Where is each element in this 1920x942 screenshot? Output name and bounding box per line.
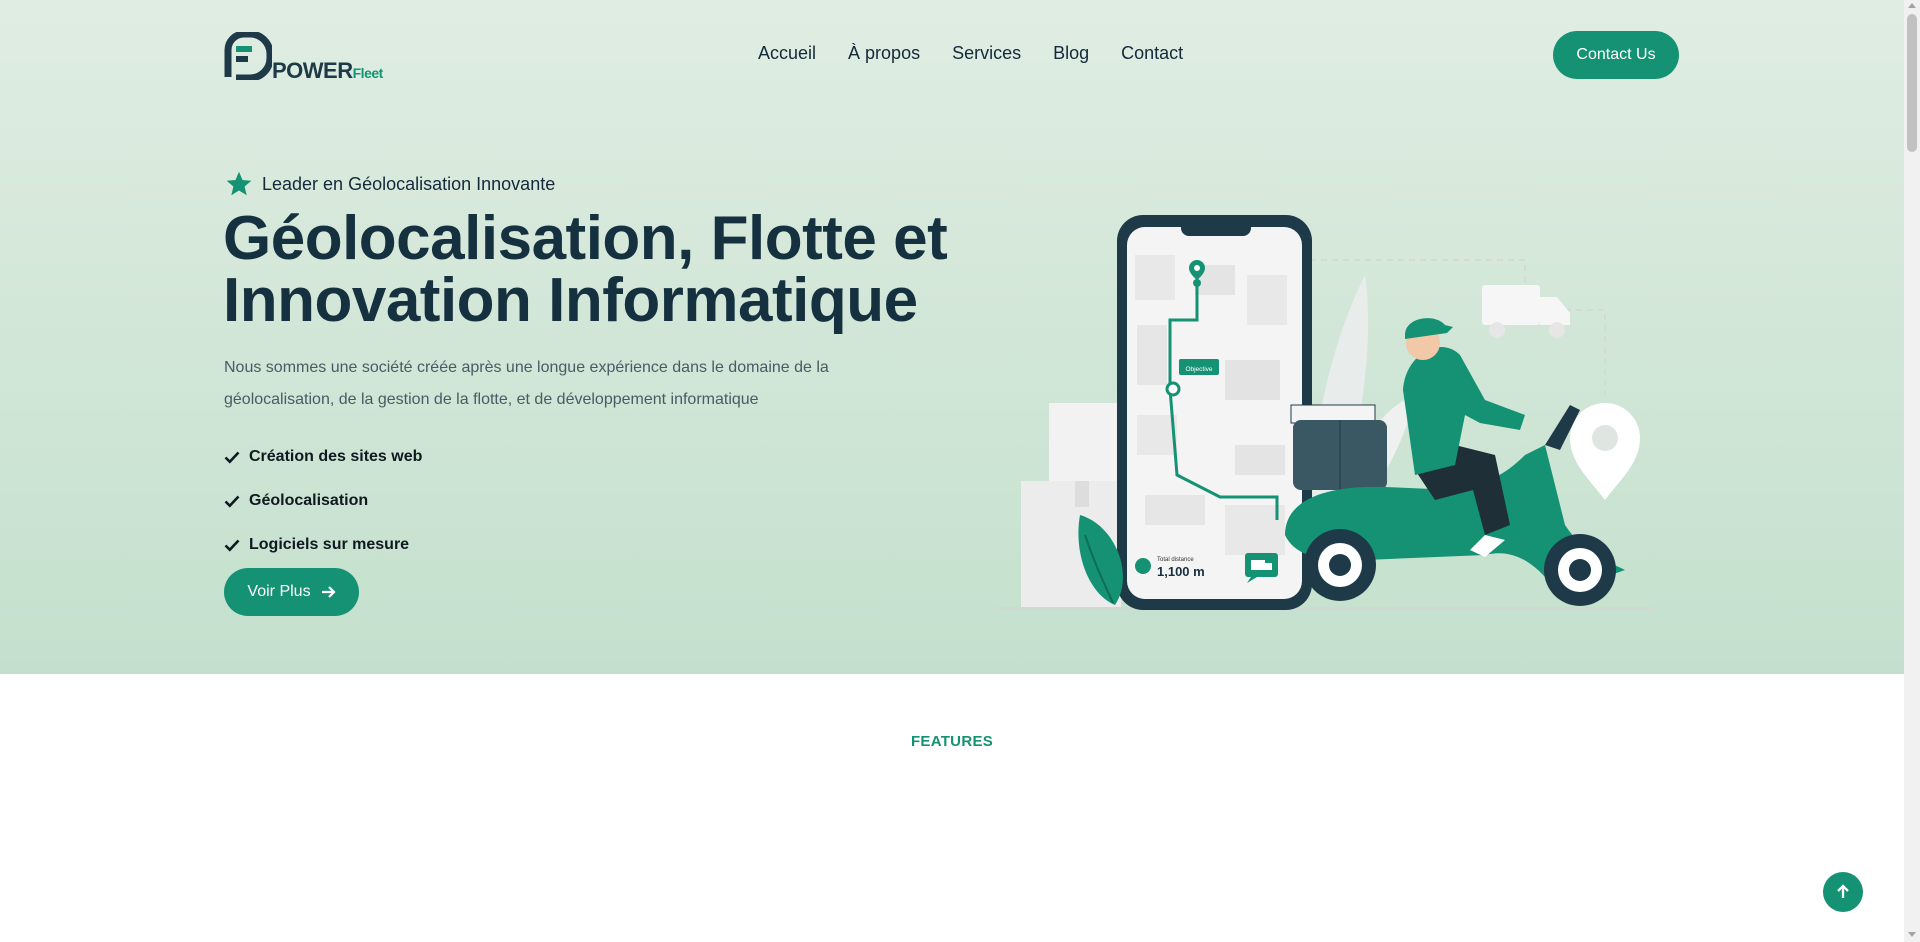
route-label: Objective [1185, 366, 1212, 373]
nav-item-accueil[interactable]: Accueil [758, 43, 816, 64]
brand-logo[interactable]: POWERFleet [224, 32, 399, 83]
nav-item-blog[interactable]: Blog [1053, 43, 1089, 64]
scroll-up-arrow-icon[interactable] [1908, 3, 1916, 8]
brand-name: POWERFleet [272, 58, 383, 83]
list-item: Géolocalisation [224, 479, 422, 523]
nav-item-a-propos[interactable]: À propos [848, 43, 920, 64]
vertical-scrollbar[interactable] [1904, 0, 1920, 942]
scroll-down-arrow-icon[interactable] [1908, 932, 1916, 937]
feature-label: Logiciels sur mesure [249, 536, 410, 553]
hero-section: POWERFleet Accueil À propos Services Blo… [0, 0, 1904, 674]
voir-plus-label: Voir Plus [247, 583, 311, 600]
contact-us-button[interactable]: Contact Us [1553, 31, 1679, 79]
distance-value: 1,100 m [1157, 564, 1205, 579]
scrollbar-thumb[interactable] [1907, 14, 1917, 152]
phone-icon: Objective Total distance 1,100 m [1117, 215, 1312, 610]
feature-label: Géolocalisation [249, 492, 369, 509]
distance-label: Total distance [1157, 557, 1194, 563]
hero-tagline: Leader en Géolocalisation Innovante [224, 170, 555, 198]
features-section-label: FEATURES [910, 733, 994, 750]
arrow-right-icon [321, 586, 336, 598]
truck-icon [1482, 285, 1570, 338]
logo-mark-icon [224, 32, 272, 80]
check-icon [224, 451, 240, 464]
tagline-text: Leader en Géolocalisation Innovante [262, 173, 556, 194]
list-item: Logiciels sur mesure [224, 523, 422, 567]
map-pin-icon [1570, 403, 1640, 500]
check-icon [224, 495, 240, 508]
scroll-to-top-button[interactable] [1823, 872, 1863, 912]
list-item: Création des sites web [224, 435, 422, 479]
hero-illustration: Objective Total distance 1,100 m [995, 215, 1655, 610]
main-nav: Accueil À propos Services Blog Contact [758, 43, 1183, 64]
hero-title: Géolocalisation, Flotte et Innovation In… [223, 204, 948, 335]
star-icon [226, 171, 252, 196]
hero-feature-list: Création des sites web Géolocalisation L… [224, 435, 422, 567]
feature-label: Création des sites web [249, 448, 423, 465]
arrow-up-icon [1837, 884, 1849, 898]
nav-item-services[interactable]: Services [952, 43, 1021, 64]
nav-item-contact[interactable]: Contact [1121, 43, 1183, 64]
voir-plus-button[interactable]: Voir Plus [224, 568, 359, 616]
hero-description: Nous sommes une société créée après une … [224, 359, 829, 408]
check-icon [224, 539, 240, 552]
page: POWERFleet Accueil À propos Services Blo… [0, 0, 1904, 942]
